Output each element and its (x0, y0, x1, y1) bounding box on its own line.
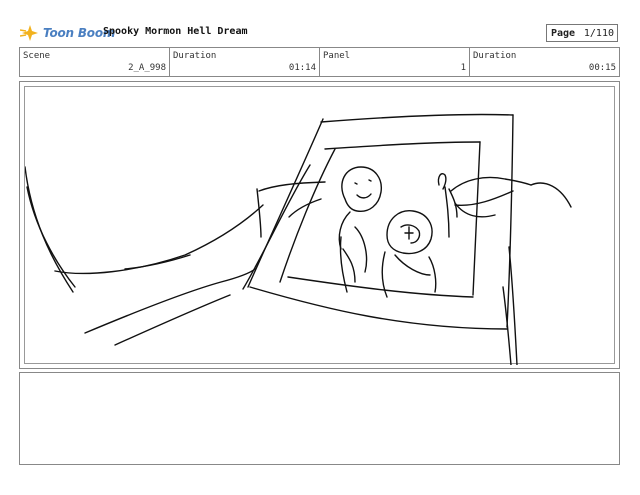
notes-area (19, 372, 620, 465)
scene-value: 2_A_998 (128, 63, 166, 73)
page-value: 1/110 (583, 27, 614, 39)
panel-value: 1 (460, 63, 466, 73)
panel-duration-value: 00:15 (588, 63, 616, 73)
scene-duration-label: Duration (173, 51, 217, 61)
panel-cell: Panel 1 (319, 48, 469, 76)
page-label: Page (551, 27, 576, 39)
scene-duration-cell: Duration 01:14 (169, 48, 319, 76)
panel-label: Panel (323, 51, 351, 61)
storyboard-panel (19, 81, 620, 369)
page-indicator: Page 1/110 (546, 24, 618, 42)
scene-label: Scene (23, 51, 51, 61)
panel-sketch (25, 113, 572, 365)
panel-frame (24, 86, 615, 365)
info-bar: Scene 2_A_998 Duration 01:14 Panel 1 Dur… (19, 47, 620, 77)
panel-duration-cell: Duration 00:15 (469, 48, 619, 76)
toon-boom-star-icon (20, 25, 38, 41)
panel-duration-label: Duration (473, 51, 517, 61)
toon-boom-logo: Toon Boom (20, 23, 115, 43)
scene-duration-value: 01:14 (288, 63, 316, 73)
scene-cell: Scene 2_A_998 (20, 48, 169, 76)
project-title: Spooky Mormon Hell Dream (103, 26, 248, 37)
